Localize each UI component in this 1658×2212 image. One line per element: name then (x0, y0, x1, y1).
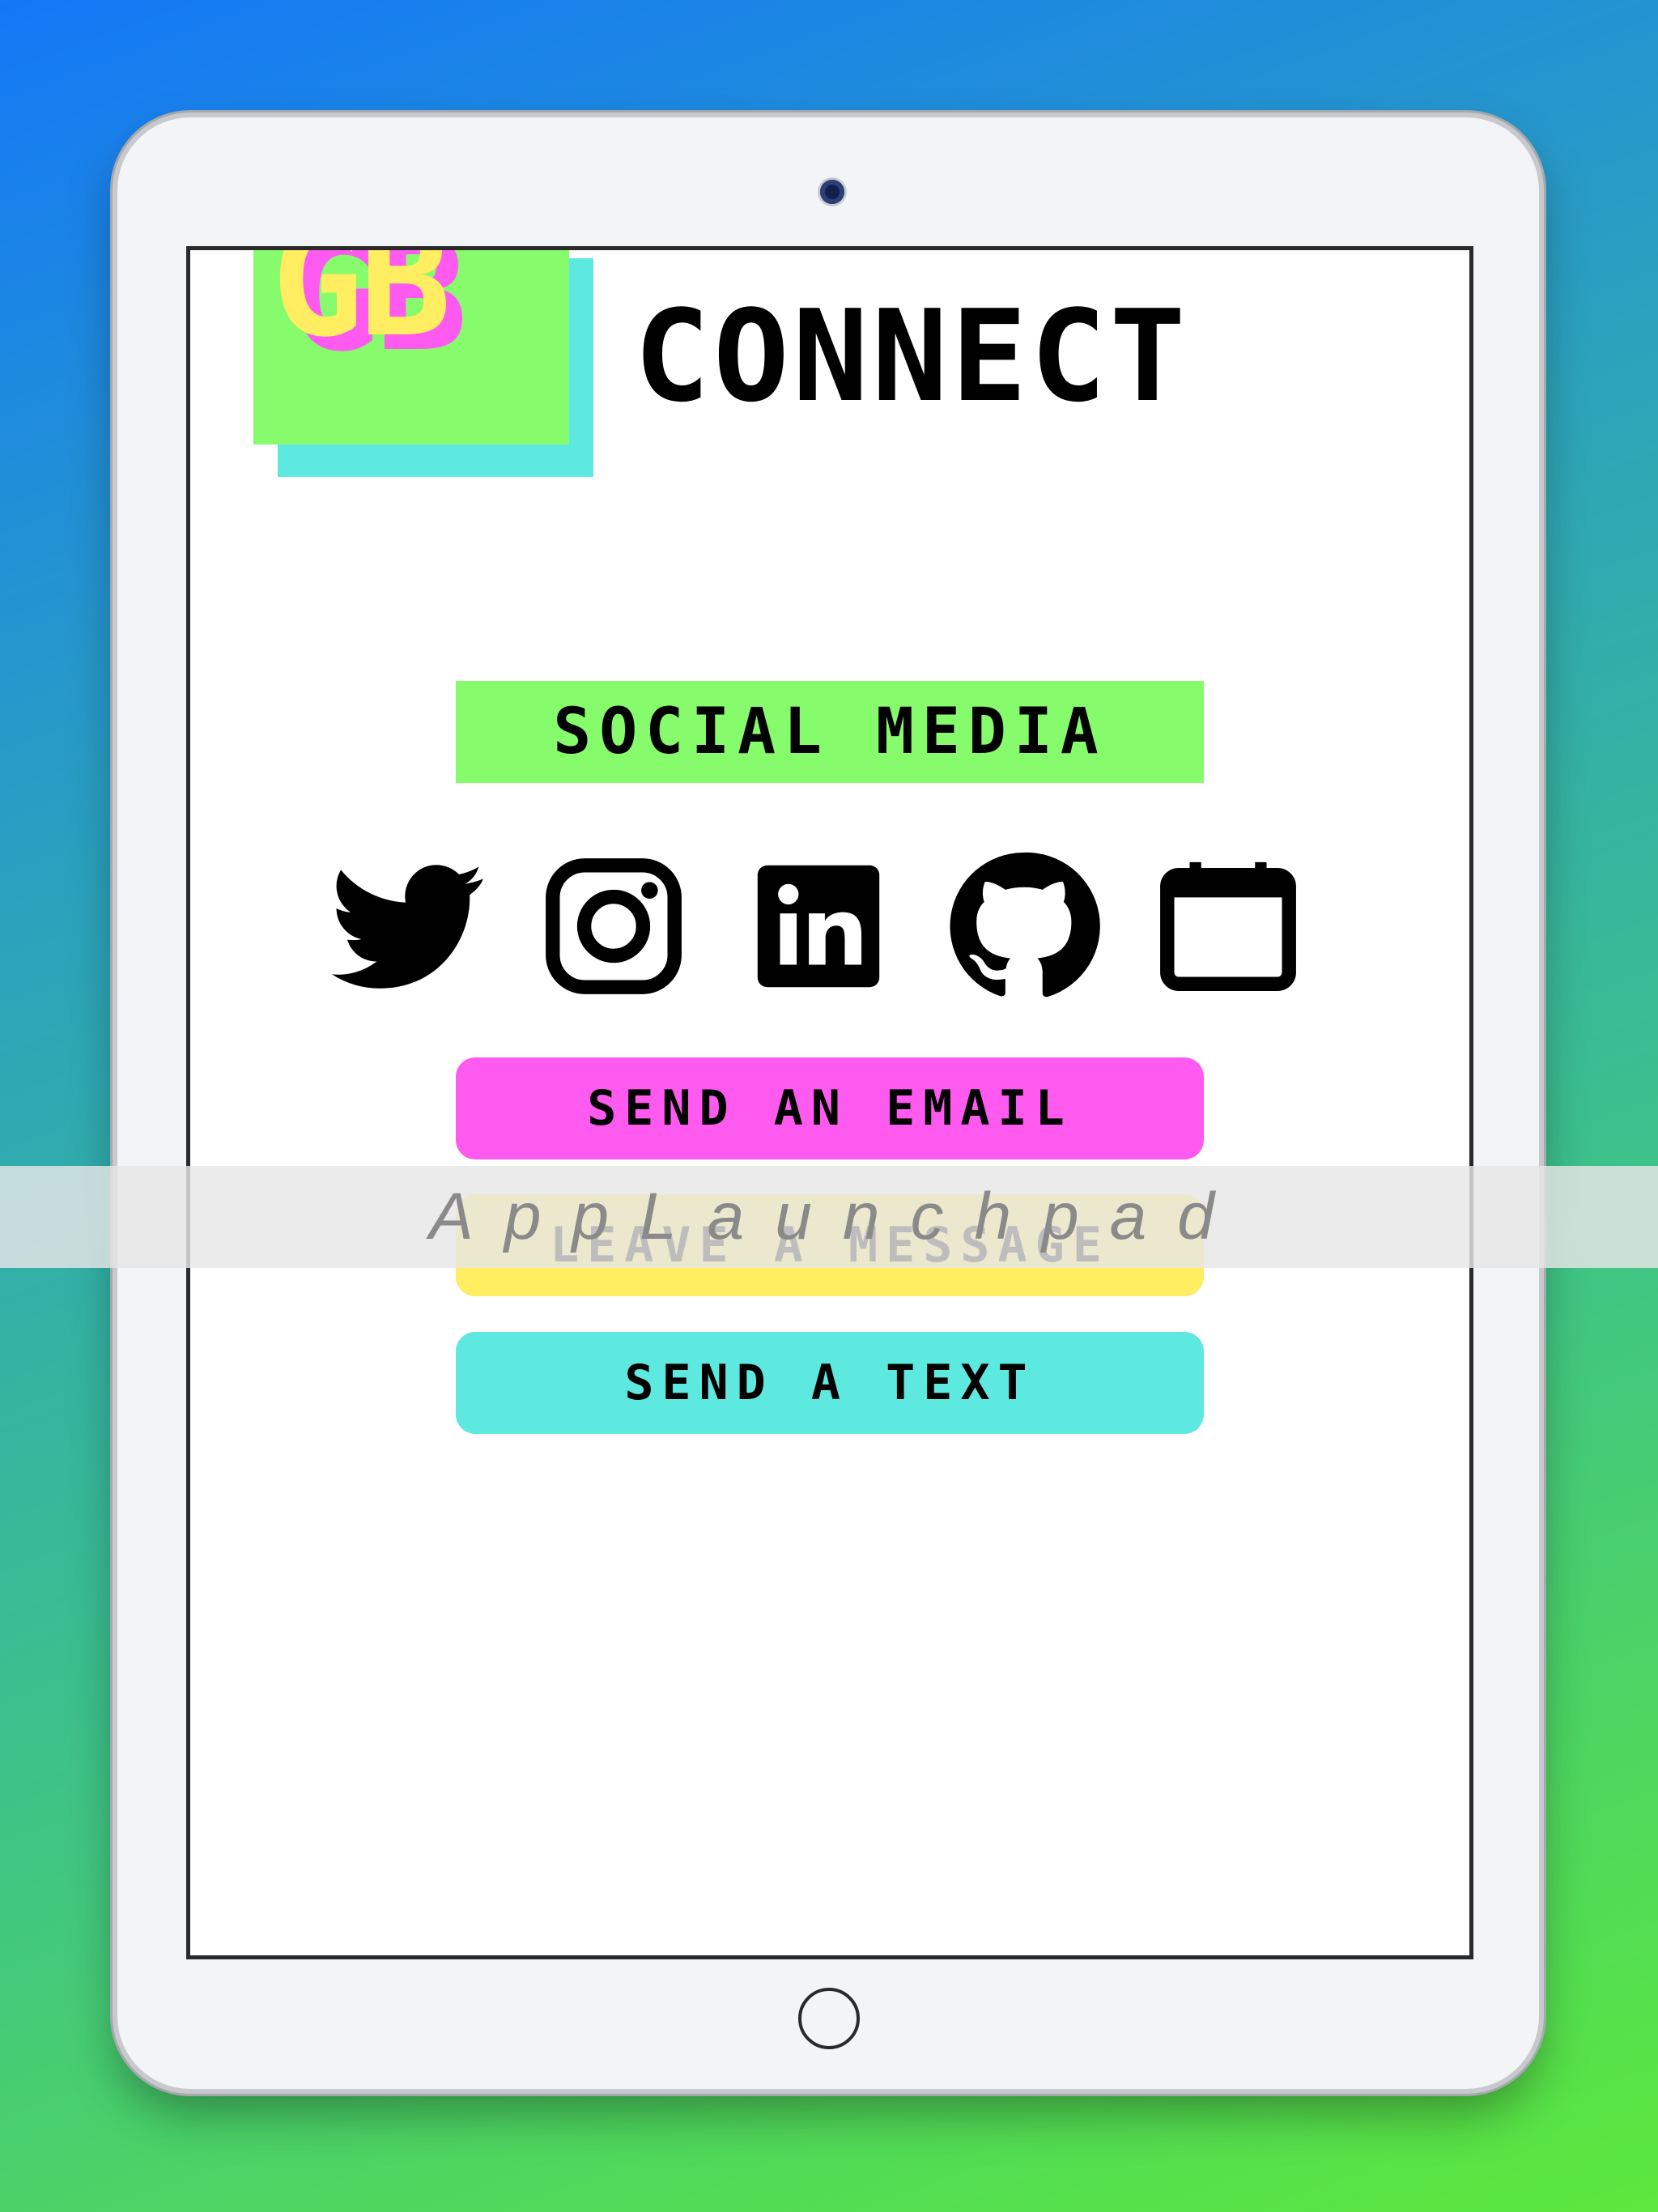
linkedin-icon[interactable] (742, 849, 895, 1003)
social-icons-row (332, 849, 1328, 1011)
github-icon[interactable] (946, 849, 1100, 1003)
page-title: CONNECT (634, 283, 1189, 430)
social-media-heading: SOCIAL MEDIA (456, 681, 1204, 783)
watermark-text: AppLaunchpad (429, 1180, 1245, 1253)
instagram-icon[interactable] (537, 849, 691, 1003)
front-camera (820, 180, 844, 204)
app-screen: GB GB CONNECT SOCIAL MEDIA SEND AN EMAIL… (186, 246, 1473, 1959)
home-button[interactable] (798, 1988, 860, 2049)
send-email-button[interactable]: SEND AN EMAIL (456, 1057, 1204, 1159)
calendar-icon[interactable] (1151, 849, 1305, 1003)
logo-text: GB (271, 246, 452, 371)
send-text-button[interactable]: SEND A TEXT (456, 1332, 1204, 1434)
app-logo: GB GB (253, 246, 593, 480)
twitter-icon[interactable] (332, 849, 486, 1003)
watermark-banner: AppLaunchpad (0, 1166, 1658, 1268)
